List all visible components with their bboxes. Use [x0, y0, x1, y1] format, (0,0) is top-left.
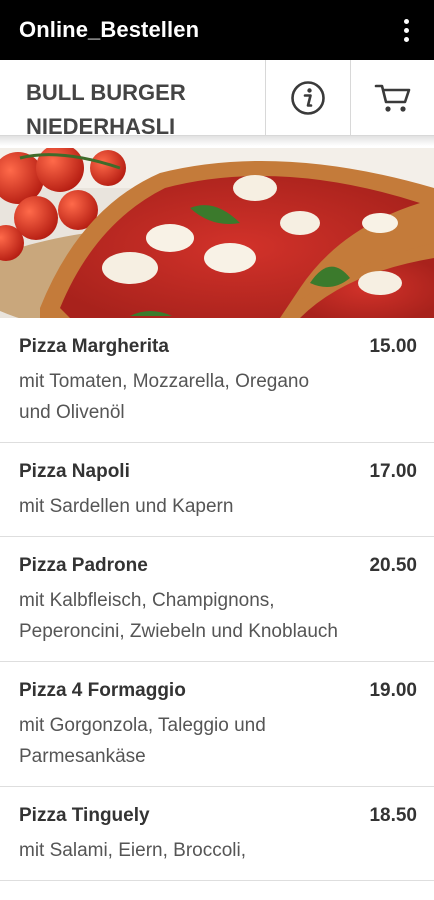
menu-item[interactable]: Pizza 4 Formaggio 19.00 mit Gorgonzola, …	[0, 662, 434, 787]
item-price: 17.00	[369, 461, 417, 482]
item-name: Pizza Padrone	[19, 555, 148, 576]
item-price: 15.00	[369, 336, 417, 357]
restaurant-name: BULL BURGER NIEDERHASLI	[26, 80, 186, 135]
item-price: 18.50	[369, 805, 417, 826]
item-description: mit Kalbfleisch, Champignons, Peperoncin…	[19, 590, 338, 642]
menu-item[interactable]: Pizza Padrone 20.50 mit Kalbfleisch, Cha…	[0, 537, 434, 662]
header-shadow	[0, 136, 434, 146]
item-name: Pizza Napoli	[19, 461, 130, 482]
menu-item[interactable]: Pizza Margherita 15.00 mit Tomaten, Mozz…	[0, 318, 434, 443]
menu-item[interactable]: Pizza Napoli 17.00 mit Sardellen und Kap…	[0, 443, 434, 537]
cart-button[interactable]	[350, 60, 434, 135]
item-name: Pizza Margherita	[19, 336, 169, 357]
app-bar: Online_Bestellen	[0, 0, 434, 60]
info-button[interactable]	[265, 60, 350, 135]
app-title: Online_Bestellen	[19, 17, 200, 42]
cart-icon	[374, 84, 410, 112]
item-name: Pizza Tinguely	[19, 805, 150, 826]
item-description: mit Gorgonzola, Taleggio und Parmesankäs…	[19, 715, 266, 767]
item-description: mit Sardellen und Kapern	[19, 496, 234, 517]
menu-item[interactable]: Pizza Tinguely 18.50 mit Salami, Eiern, …	[0, 787, 434, 881]
item-price: 20.50	[369, 555, 417, 576]
item-price: 19.00	[369, 680, 417, 701]
pizza-photo	[0, 148, 434, 318]
hero-image	[0, 148, 434, 318]
info-icon	[291, 80, 325, 115]
restaurant-header: BULL BURGER NIEDERHASLI	[0, 60, 434, 136]
item-description: mit Tomaten, Mozzarella, Oregano und Oli…	[19, 371, 310, 423]
item-description: mit Salami, Eiern, Broccoli,	[19, 840, 247, 861]
more-vert-icon[interactable]	[396, 15, 416, 45]
menu-list: Pizza Margherita 15.00 mit Tomaten, Mozz…	[0, 318, 434, 881]
item-name: Pizza 4 Formaggio	[19, 680, 186, 701]
